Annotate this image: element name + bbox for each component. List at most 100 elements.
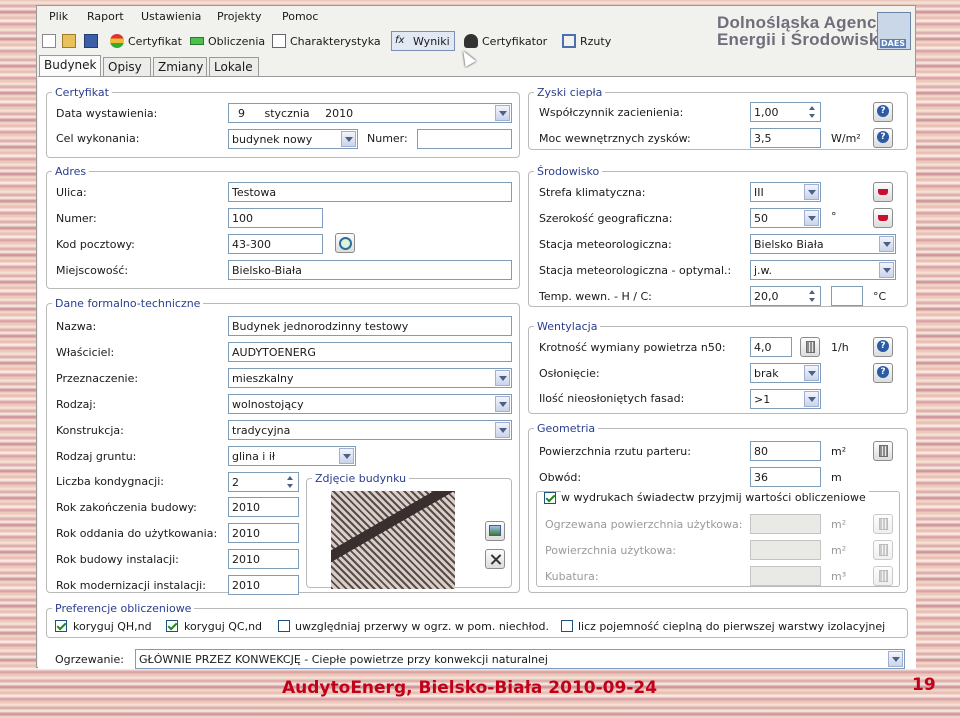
koryguj-qc-checkbox[interactable] <box>166 620 178 632</box>
rok-oddania-input[interactable]: 2010 <box>228 523 299 543</box>
chevron-down-icon <box>495 105 510 121</box>
chevron-down-icon <box>888 651 903 667</box>
cel-wykonania-select[interactable]: budynek nowy <box>228 129 358 149</box>
koryguj-qh-label: koryguj QH,nd <box>73 620 152 633</box>
obwod-input[interactable]: 36 <box>750 467 821 487</box>
szerokosc-value: 50 <box>754 212 768 225</box>
nazwa-input[interactable]: Budynek jednorodzinny testowy <box>228 316 512 336</box>
powierzchnia-rzutu-input[interactable]: 80 <box>750 441 821 461</box>
help-icon[interactable] <box>873 102 893 122</box>
zacienienie-stepper[interactable]: 1,00 <box>750 102 821 122</box>
calculator-icon[interactable] <box>800 337 820 357</box>
stacja-opt-select[interactable]: j.w. <box>750 260 896 280</box>
przerwy-label: uwzględniaj przerwy w ogrz. w pom. niech… <box>295 620 549 633</box>
strefa-label: Strefa klimatyczna: <box>539 186 646 199</box>
help-icon[interactable] <box>873 128 893 148</box>
rok-zakonczenia-label: Rok zakończenia budowy: <box>56 501 197 514</box>
liczba-kondygnacji-stepper[interactable]: 2 <box>228 472 299 492</box>
menu-projekty[interactable]: Projekty <box>217 10 261 23</box>
ulica-input[interactable]: Testowa <box>228 182 512 202</box>
pojemnosc-checkbox[interactable] <box>561 620 573 632</box>
rok-zakonczenia-input[interactable]: 2010 <box>228 497 299 517</box>
miejscowosc-input[interactable]: Bielsko-Biała <box>228 260 512 280</box>
document-icon <box>272 34 286 48</box>
przeznaczenie-select[interactable]: mieszkalny <box>228 368 512 388</box>
strefa-value: III <box>754 186 764 199</box>
kubatura-unit: m³ <box>831 570 847 583</box>
certyfikator-button[interactable]: Certyfikator <box>461 31 550 51</box>
rok-instalacji-input[interactable]: 2010 <box>228 549 299 569</box>
ogrzewana-unit: m² <box>831 518 847 531</box>
uzytkowa-unit: m² <box>831 544 847 557</box>
tab-opisy[interactable]: Opisy <box>103 57 151 76</box>
spinner-icon[interactable] <box>806 288 819 304</box>
uzytkowa-input <box>750 540 821 560</box>
charakterystyka-label: Charakterystyka <box>290 34 381 48</box>
temp-h-stepper[interactable]: 20,0 <box>750 286 821 306</box>
konstrukcja-select[interactable]: tradycyjna <box>228 420 512 440</box>
tab-zmiany[interactable]: Zmiany <box>153 57 207 76</box>
user-icon <box>464 34 478 48</box>
logo-mark-text: DAES <box>880 39 907 48</box>
koryguj-qh-checkbox[interactable] <box>55 620 67 632</box>
szerokosc-select[interactable]: 50 <box>750 208 821 228</box>
tab-budynek[interactable]: Budynek <box>39 55 101 77</box>
ogrzewanie-value: GŁÓWNIE PRZEZ KONWEKCJĘ - Ciepłe powietr… <box>139 653 548 666</box>
charakterystyka-button[interactable]: Charakterystyka <box>269 31 384 51</box>
chevron-down-icon <box>495 370 510 386</box>
calculator-icon[interactable] <box>873 441 893 461</box>
rzuty-button[interactable]: Rzuty <box>559 31 614 51</box>
rodzaj-gruntu-select[interactable]: glina i ił <box>228 446 356 466</box>
geometria-legend: Geometria <box>537 422 596 435</box>
save-button[interactable] <box>81 31 105 51</box>
oslonienie-select[interactable]: brak <box>750 363 821 383</box>
moc-input[interactable]: 3,5 <box>750 128 821 148</box>
krotnosc-input[interactable]: 4,0 <box>750 337 792 357</box>
krotnosc-label: Krotność wymiany powietrza n50: <box>539 341 726 354</box>
stacja-select[interactable]: Bielsko Biała <box>750 234 896 254</box>
kod-pocztowy-label: Kod pocztowy: <box>56 238 135 251</box>
ogrzewana-label: Ogrzewana powierzchnia użytkowa: <box>545 518 743 531</box>
menu-plik[interactable]: Plik <box>49 10 68 23</box>
certyfikat-button[interactable]: Certyfikat <box>107 31 185 51</box>
help-icon[interactable] <box>873 363 893 383</box>
fasady-select[interactable]: >1 <box>750 389 821 409</box>
search-icon[interactable] <box>335 233 355 253</box>
delete-photo-icon[interactable] <box>485 549 505 569</box>
open-button[interactable] <box>59 31 83 51</box>
przerwy-checkbox[interactable] <box>278 620 290 632</box>
menu-ustawienia[interactable]: Ustawienia <box>141 10 201 23</box>
menu-pomoc[interactable]: Pomoc <box>282 10 318 23</box>
liczba-kondygnacji-value: 2 <box>232 476 239 489</box>
obliczenia-button[interactable]: Obliczenia <box>187 31 268 51</box>
oslonienie-value: brak <box>754 367 779 380</box>
temp-label: Temp. wewn. - H / C: <box>539 290 652 303</box>
temp-c-input[interactable] <box>831 286 863 306</box>
spinner-icon[interactable] <box>284 474 297 490</box>
uzytkowa-label: Powierzchnia użytkowa: <box>545 544 677 557</box>
flag-icon[interactable] <box>873 208 893 228</box>
oslonienie-label: Osłonięcie: <box>539 367 600 380</box>
kod-pocztowy-input[interactable]: 43-300 <box>228 234 323 254</box>
calculator-icon <box>873 540 893 560</box>
menu-raport[interactable]: Raport <box>87 10 124 23</box>
battery-icon <box>190 37 204 45</box>
rok-modernizacji-input[interactable]: 2010 <box>228 575 299 595</box>
photo-icon[interactable] <box>485 521 505 541</box>
ogrzewanie-select[interactable]: GŁÓWNIE PRZEZ KONWEKCJĘ - Ciepłe powietr… <box>135 649 905 669</box>
wlasciciel-input[interactable]: AUDYTOENERG <box>228 342 512 362</box>
spinner-icon[interactable] <box>806 104 819 120</box>
zacienienie-label: Współczynnik zacienienia: <box>539 106 684 119</box>
wydruki-checkbox[interactable] <box>544 492 556 504</box>
help-icon[interactable] <box>873 337 893 357</box>
numer-domu-input[interactable]: 100 <box>228 208 323 228</box>
page-number: 19 <box>912 675 936 695</box>
data-wystawienia-picker[interactable]: 9 stycznia 2010 <box>228 103 512 123</box>
strefa-select[interactable]: III <box>750 182 821 202</box>
tab-lokale[interactable]: Lokale <box>209 57 259 76</box>
numer-certyfikatu-input[interactable] <box>417 129 512 149</box>
flag-icon[interactable] <box>873 182 893 202</box>
wyniki-button[interactable]: fx Wyniki <box>391 31 455 51</box>
rodzaj-select[interactable]: wolnostojący <box>228 394 512 414</box>
rok-instalacji-label: Rok budowy instalacji: <box>56 553 179 566</box>
